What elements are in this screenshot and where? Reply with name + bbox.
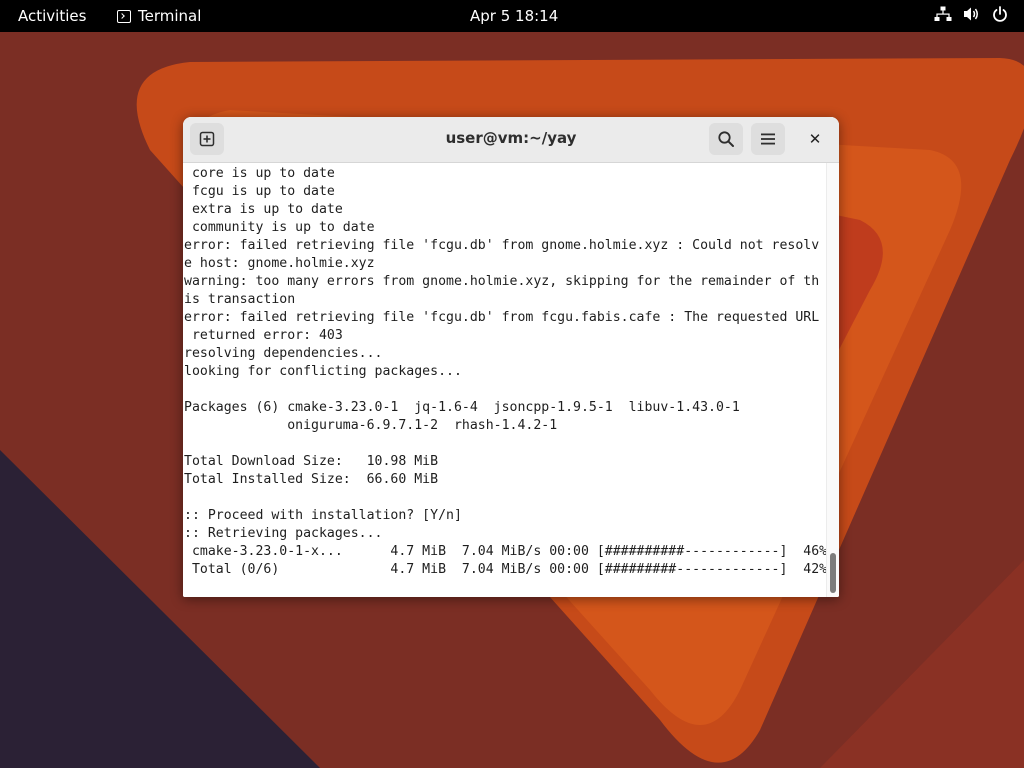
terminal-window: user@vm:~/yay ✕ core is up to date fcgu …: [183, 117, 839, 597]
terminal-line: community is up to date: [184, 220, 375, 235]
terminal-line: resolving dependencies...: [184, 346, 383, 361]
terminal-line: is transaction: [184, 292, 296, 307]
terminal-line: error: failed retrieving file 'fcgu.db' …: [184, 238, 820, 253]
menu-button[interactable]: [751, 123, 785, 155]
header-bar[interactable]: user@vm:~/yay ✕: [183, 117, 839, 163]
terminal-line: looking for conflicting packages...: [184, 364, 462, 379]
system-status-area[interactable]: [934, 6, 1008, 22]
terminal-line: error: failed retrieving file 'fcgu.db' …: [184, 310, 820, 325]
power-icon: [993, 6, 1007, 22]
terminal-line: Total (0/6) 4.7 MiB 7.04 MiB/s 00:00 [##…: [184, 562, 828, 577]
clock[interactable]: Apr 5 18:14: [470, 7, 558, 25]
close-icon: ✕: [808, 130, 822, 148]
terminal-line: Packages (6) cmake-3.23.0-1 jq-1.6-4 jso…: [184, 400, 740, 415]
app-menu-label: Terminal: [138, 7, 202, 25]
search-icon: [718, 131, 734, 147]
terminal-line: e host: gnome.holmie.xyz: [184, 256, 375, 271]
terminal-line: Total Download Size: 10.98 MiB: [184, 454, 439, 469]
app-menu-button[interactable]: Terminal: [117, 7, 201, 25]
network-icon: [934, 6, 952, 21]
volume-icon: [964, 7, 978, 21]
terminal-line: cmake-3.23.0-1-x... 4.7 MiB 7.04 MiB/s 0…: [184, 544, 828, 559]
terminal-output[interactable]: core is up to date fcgu is up to date ex…: [184, 165, 829, 579]
top-bar: Activities Terminal Apr 5 18:14: [0, 0, 1024, 32]
activities-button[interactable]: Activities: [18, 7, 86, 25]
terminal-line: fcgu is up to date: [184, 184, 335, 199]
terminal-line: :: Proceed with installation? [Y/n]: [184, 508, 462, 523]
terminal-line: extra is up to date: [184, 202, 343, 217]
terminal-line: core is up to date: [184, 166, 335, 181]
scrollbar[interactable]: [826, 163, 839, 597]
terminal-line: returned error: 403: [184, 328, 343, 343]
terminal-line: oniguruma-6.9.7.1-2 rhash-1.4.2-1: [184, 418, 558, 433]
close-button[interactable]: ✕: [803, 127, 827, 151]
terminal-view[interactable]: core is up to date fcgu is up to date ex…: [183, 163, 839, 597]
terminal-line: warning: too many errors from gnome.holm…: [184, 274, 820, 289]
terminal-line: :: Retrieving packages...: [184, 526, 383, 541]
scrollbar-thumb[interactable]: [830, 553, 836, 593]
terminal-app-icon: [117, 9, 131, 23]
search-button[interactable]: [709, 123, 743, 155]
hamburger-menu-icon: [761, 133, 775, 145]
terminal-line: Total Installed Size: 66.60 MiB: [184, 472, 439, 487]
